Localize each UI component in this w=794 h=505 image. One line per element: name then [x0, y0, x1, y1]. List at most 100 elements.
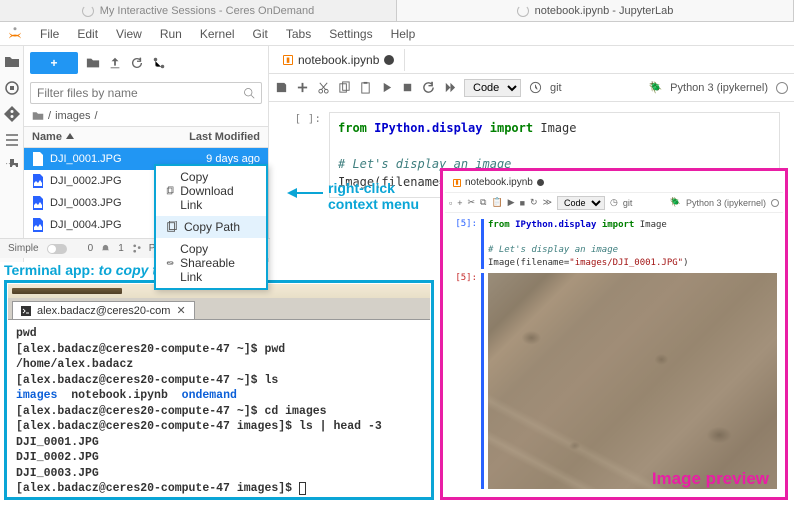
- copy-icon[interactable]: [338, 81, 351, 94]
- clock-icon[interactable]: ◷: [610, 197, 618, 208]
- sort-asc-icon: [66, 133, 74, 141]
- preview-cell-type[interactable]: Code: [557, 196, 605, 210]
- menu-kernel[interactable]: Kernel: [192, 25, 243, 43]
- breadcrumb[interactable]: / images /: [24, 106, 268, 126]
- clock-icon[interactable]: [529, 81, 542, 94]
- preview-cell-code[interactable]: from IPython.display import Image # Let'…: [488, 219, 779, 269]
- close-tab-icon[interactable]: ✕: [176, 304, 185, 317]
- browser-tab-label: My Interactive Sessions - Ceres OnDemand: [100, 5, 315, 17]
- preview-tab[interactable]: ▮ notebook.ipynb: [447, 175, 550, 190]
- cell-collapser[interactable]: [481, 219, 484, 269]
- git-toggle-icon[interactable]: [152, 56, 166, 70]
- menu-git[interactable]: Git: [245, 25, 276, 43]
- refresh-icon[interactable]: [130, 56, 144, 70]
- jupyter-logo-icon: [6, 25, 24, 43]
- paste-icon[interactable]: [359, 81, 372, 94]
- document-tabs: ▮ notebook.ipynb: [269, 46, 794, 74]
- folder-icon[interactable]: [4, 54, 20, 70]
- file-filter[interactable]: [30, 82, 262, 104]
- stop-icon[interactable]: ■: [520, 198, 525, 208]
- menu-help[interactable]: Help: [383, 25, 424, 43]
- file-browser: + / images / Name Last Modified DJI_0001…: [24, 46, 269, 262]
- restart-icon[interactable]: [422, 81, 435, 94]
- new-folder-icon[interactable]: [86, 56, 100, 70]
- column-name[interactable]: Name: [32, 131, 62, 143]
- spinner-icon: [82, 5, 94, 17]
- branch-icon[interactable]: [132, 244, 141, 253]
- simple-toggle[interactable]: Simple: [8, 243, 39, 254]
- dirty-indicator-icon: [384, 55, 394, 65]
- preview-toolbar: ▫ + ✂ ⧉ 📋 ▶ ■ ↻ ≫ Code ◷ git 🪲 Python 3 …: [445, 193, 783, 213]
- dirty-indicator-icon: [537, 179, 544, 186]
- preview-output: [5]:: [449, 273, 779, 489]
- breadcrumb-item[interactable]: images: [55, 110, 90, 122]
- terminal-panel: alex.badacz@ceres20-com ✕ pwd[alex.badac…: [4, 280, 434, 500]
- ctx-copy-path[interactable]: Copy Path: [156, 216, 266, 238]
- terminal-tabs: alex.badacz@ceres20-com ✕: [8, 298, 430, 320]
- new-launcher-button[interactable]: +: [30, 52, 78, 74]
- menu-run[interactable]: Run: [152, 25, 190, 43]
- git-icon[interactable]: [4, 106, 20, 122]
- preview-tabs: ▮ notebook.ipynb: [445, 173, 783, 193]
- copy-icon[interactable]: ⧉: [480, 197, 486, 208]
- output-image: [488, 273, 777, 489]
- file-browser-toolbar: +: [24, 46, 268, 80]
- cut-icon[interactable]: ✂: [467, 197, 475, 208]
- menu-settings[interactable]: Settings: [321, 25, 380, 43]
- notebook-tab[interactable]: ▮ notebook.ipynb: [273, 49, 405, 71]
- menu-file[interactable]: File: [32, 25, 67, 43]
- spinner-icon: [517, 5, 529, 17]
- menu-tabs[interactable]: Tabs: [278, 25, 319, 43]
- folder-icon: [32, 110, 44, 122]
- column-modified[interactable]: Last Modified: [189, 131, 260, 143]
- toc-icon[interactable]: [4, 132, 20, 148]
- run-all-icon[interactable]: ≫: [543, 197, 552, 208]
- annotation-arrow-icon: [285, 185, 325, 205]
- terminal-body[interactable]: pwd[alex.badacz@ceres20-compute-47 ~]$ p…: [8, 320, 430, 496]
- preview-code-cell[interactable]: [5]: from IPython.display import Image #…: [449, 219, 779, 269]
- browser-tab-jupyter[interactable]: notebook.ipynb - JupyterLab: [397, 0, 794, 21]
- toggle-icon[interactable]: [47, 244, 67, 254]
- paste-icon[interactable]: 📋: [491, 197, 502, 208]
- preview-body: [5]: from IPython.display import Image #…: [445, 213, 783, 495]
- running-icon[interactable]: [4, 80, 20, 96]
- debugger-icon[interactable]: 🪲: [648, 81, 662, 94]
- cell-type-select[interactable]: Code: [464, 79, 521, 97]
- run-icon[interactable]: [380, 81, 393, 94]
- kernel-status-icon: [771, 199, 779, 207]
- extension-icon[interactable]: [4, 158, 20, 174]
- upload-icon[interactable]: [108, 56, 122, 70]
- cut-icon[interactable]: [317, 81, 330, 94]
- image-file-icon: [32, 196, 44, 210]
- stop-icon[interactable]: [401, 81, 414, 94]
- output-collapser[interactable]: [481, 273, 484, 489]
- save-icon[interactable]: [275, 81, 288, 94]
- jupyter-menubar: File Edit View Run Kernel Git Tabs Setti…: [0, 22, 794, 46]
- ctx-copy-download-link[interactable]: Copy Download Link: [156, 166, 266, 216]
- image-file-icon: [32, 152, 44, 166]
- image-file-icon: [32, 174, 44, 188]
- notebook-toolbar: Code git 🪲 Python 3 (ipykernel): [269, 74, 794, 102]
- restart-run-all-icon[interactable]: [443, 81, 456, 94]
- menu-edit[interactable]: Edit: [69, 25, 106, 43]
- image-file-icon: [32, 218, 44, 232]
- browser-tab-label: notebook.ipynb - JupyterLab: [535, 5, 674, 17]
- file-list-header: Name Last Modified: [24, 126, 268, 148]
- menu-view[interactable]: View: [108, 25, 150, 43]
- search-icon: [243, 87, 255, 99]
- run-icon[interactable]: ▶: [508, 197, 515, 208]
- add-cell-icon[interactable]: +: [457, 198, 462, 208]
- kernel-name[interactable]: Python 3 (ipykernel): [670, 82, 768, 94]
- debugger-icon[interactable]: 🪲: [670, 197, 681, 208]
- git-label[interactable]: git: [550, 82, 562, 94]
- ctx-copy-shareable-link[interactable]: Copy Shareable Link: [156, 238, 266, 288]
- browser-tab-ondemand[interactable]: My Interactive Sessions - Ceres OnDemand: [0, 0, 397, 21]
- restart-icon[interactable]: ↻: [530, 197, 538, 208]
- terminal-tab[interactable]: alex.badacz@ceres20-com ✕: [12, 301, 195, 319]
- notification-icon[interactable]: [101, 244, 110, 253]
- add-cell-icon[interactable]: [296, 81, 309, 94]
- save-icon[interactable]: ▫: [449, 198, 452, 208]
- preview-kernel[interactable]: Python 3 (ipykernel): [686, 198, 766, 208]
- filter-input[interactable]: [37, 86, 243, 100]
- activity-bar: [0, 46, 24, 262]
